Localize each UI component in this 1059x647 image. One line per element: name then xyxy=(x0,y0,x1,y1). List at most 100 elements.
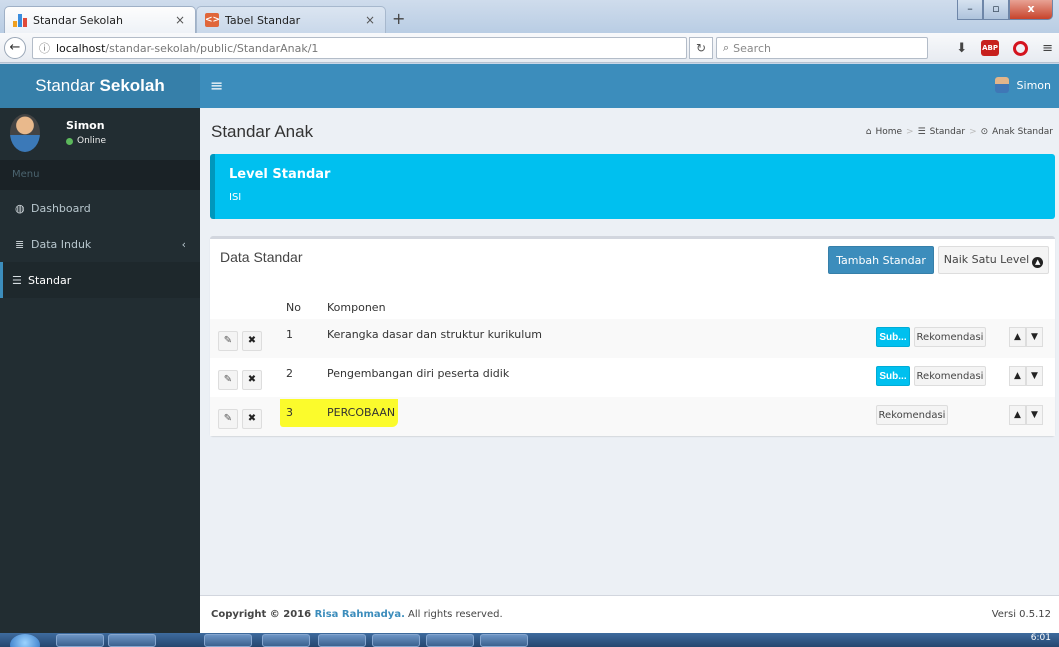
delete-icon[interactable]: ✖ xyxy=(242,370,262,390)
breadcrumb-separator: > xyxy=(906,127,914,137)
download-icon[interactable]: ⬇ xyxy=(956,41,967,56)
cell-no: 1 xyxy=(286,328,293,341)
os-taskbar: 6:01 xyxy=(0,633,1059,647)
breadcrumb-separator: > xyxy=(969,127,977,137)
cell-komponen: Pengembangan diri peserta didik xyxy=(327,367,510,380)
avatar xyxy=(994,77,1009,93)
sidebar-item-label: Data Induk xyxy=(31,237,92,251)
target-icon: ⊙ xyxy=(980,127,989,137)
windows-start-icon[interactable] xyxy=(10,634,40,647)
sub-button[interactable]: Sub... xyxy=(876,366,910,386)
version-label: Versi 0.5.12 xyxy=(991,609,1051,620)
taskbar-app-icon[interactable] xyxy=(108,634,156,647)
button-label: Naik Satu Level xyxy=(943,252,1030,266)
tambah-standar-button[interactable]: Tambah Standar xyxy=(828,246,934,274)
sub-button[interactable]: Sub... xyxy=(876,327,910,347)
rekomendasi-button[interactable]: Rekomendasi xyxy=(876,405,948,425)
copyright: Copyright © 2016 Risa Rahmadya. All righ… xyxy=(211,609,503,620)
taskbar-app-icon[interactable] xyxy=(262,634,310,647)
sidebar: Simon Online Menu ◍ Dashboard ≣ Data Ind… xyxy=(0,108,200,633)
taskbar-app-icon[interactable] xyxy=(480,634,528,647)
taskbar-clock: 6:01 xyxy=(1030,633,1051,643)
url-path: /standar-sekolah/public/StandarAnak/1 xyxy=(105,41,319,55)
column-header-no: No xyxy=(286,301,301,314)
browser-navbar: ← ⓘ localhost/standar-sekolah/public/Sta… xyxy=(0,33,1059,63)
home-icon: ⌂ xyxy=(865,127,872,137)
edit-icon[interactable]: ✎ xyxy=(218,370,238,390)
dashboard-icon: ◍ xyxy=(15,201,25,215)
app-header: ≡ Simon xyxy=(200,64,1059,108)
url-host: localhost xyxy=(56,41,106,55)
cell-komponen: PERCOBAAN xyxy=(327,406,396,419)
taskbar-app-icon[interactable] xyxy=(372,634,420,647)
url-bar[interactable]: ⓘ localhost/standar-sekolah/public/Stand… xyxy=(32,37,687,59)
search-placeholder: Search xyxy=(733,41,771,55)
menu-header: Menu xyxy=(0,160,200,190)
table-row: ✎ ✖ 3 PERCOBAAN Rekomendasi ▲ ▼ xyxy=(210,397,1055,436)
chevron-down-icon[interactable]: ▼ xyxy=(1026,366,1043,386)
close-icon[interactable]: × xyxy=(363,13,377,27)
logo-bold-text: Sekolah xyxy=(99,76,165,95)
header-user-name: Simon xyxy=(1016,78,1051,92)
page-title: Standar Anak xyxy=(211,122,314,141)
window-close-icon[interactable]: x xyxy=(1009,0,1053,20)
sidebar-item-data-induk[interactable]: ≣ Data Induk ‹ xyxy=(0,226,200,262)
minimize-icon[interactable]: – xyxy=(957,0,983,20)
taskbar-app-icon[interactable] xyxy=(56,634,104,647)
tab-title: Standar Sekolah xyxy=(33,13,123,27)
callout-title: Level Standar xyxy=(229,167,331,182)
taskbar-app-icon[interactable] xyxy=(318,634,366,647)
new-tab-plus-icon[interactable]: + xyxy=(392,9,405,28)
table-row: ✎ ✖ 2 Pengembangan diri peserta didik Su… xyxy=(210,358,1055,397)
adblock-icon[interactable]: ABP xyxy=(981,40,1000,56)
browser-tab-tabel-standar[interactable]: <> Tabel Standar × xyxy=(196,6,386,33)
user-status-text: Online xyxy=(77,136,107,146)
copyright-brand-link[interactable]: Risa Rahmadya. xyxy=(315,609,405,620)
browser-tab-standar-sekolah[interactable]: Standar Sekolah × xyxy=(4,6,196,33)
main-content: Standar Anak ⌂ Home > ☰ Standar > ⊙ Anak… xyxy=(200,108,1059,595)
user-menu[interactable]: Simon xyxy=(994,77,1051,93)
rekomendasi-button[interactable]: Rekomendasi xyxy=(914,327,986,347)
back-arrow-icon[interactable]: ← xyxy=(4,37,26,59)
chevron-down-icon[interactable]: ▼ xyxy=(1026,405,1043,425)
sidebar-item-standar[interactable]: ☰ Standar xyxy=(0,262,200,298)
sidebar-user-name: Simon xyxy=(66,119,105,132)
database-icon: ≣ xyxy=(15,237,25,251)
chevron-down-icon[interactable]: ▼ xyxy=(1026,327,1043,347)
data-standar-box: Data Standar Tambah Standar Naik Satu Le… xyxy=(210,236,1055,436)
chevron-up-icon[interactable]: ▲ xyxy=(1009,405,1026,425)
window-controls: – ▫ x xyxy=(957,0,1053,20)
circle-up-icon: ▲ xyxy=(1032,256,1044,268)
breadcrumb-standar[interactable]: Standar xyxy=(930,127,965,137)
naik-satu-level-button[interactable]: Naik Satu Level ▲ xyxy=(938,246,1049,274)
menu-icon[interactable]: ≡ xyxy=(1042,41,1053,56)
app-logo[interactable]: Standar Sekolah xyxy=(0,64,200,108)
edit-icon[interactable]: ✎ xyxy=(218,409,238,429)
sidebar-toggle-icon[interactable]: ≡ xyxy=(210,76,223,95)
delete-icon[interactable]: ✖ xyxy=(242,331,262,351)
maximize-icon[interactable]: ▫ xyxy=(983,0,1009,20)
reorder-controls: ▲ ▼ xyxy=(1009,405,1043,425)
opera-icon[interactable] xyxy=(1013,40,1029,56)
info-icon[interactable]: ⓘ xyxy=(39,40,50,56)
box-title: Data Standar xyxy=(220,249,303,265)
chevron-up-icon[interactable]: ▲ xyxy=(1009,327,1026,347)
reorder-controls: ▲ ▼ xyxy=(1009,366,1043,386)
sliders-icon: ☰ xyxy=(917,127,926,137)
chevron-up-icon[interactable]: ▲ xyxy=(1009,366,1026,386)
rekomendasi-button[interactable]: Rekomendasi xyxy=(914,366,986,386)
copyright-suffix: All rights reserved. xyxy=(404,609,503,620)
cell-no: 3 xyxy=(286,406,293,419)
reload-icon[interactable]: ↻ xyxy=(689,37,713,59)
edit-icon[interactable]: ✎ xyxy=(218,331,238,351)
close-icon[interactable]: × xyxy=(173,13,187,27)
taskbar-app-icon[interactable] xyxy=(204,634,252,647)
browser-search-input[interactable]: ⌕ Search xyxy=(716,37,928,59)
delete-icon[interactable]: ✖ xyxy=(242,409,262,429)
breadcrumb-home[interactable]: Home xyxy=(875,127,902,137)
table-row: ✎ ✖ 1 Kerangka dasar dan struktur kuriku… xyxy=(210,319,1055,358)
sidebar-item-dashboard[interactable]: ◍ Dashboard xyxy=(0,190,200,226)
taskbar-app-icon[interactable] xyxy=(426,634,474,647)
level-callout: Level Standar ISI xyxy=(210,154,1055,219)
search-icon: ⌕ xyxy=(723,41,730,54)
